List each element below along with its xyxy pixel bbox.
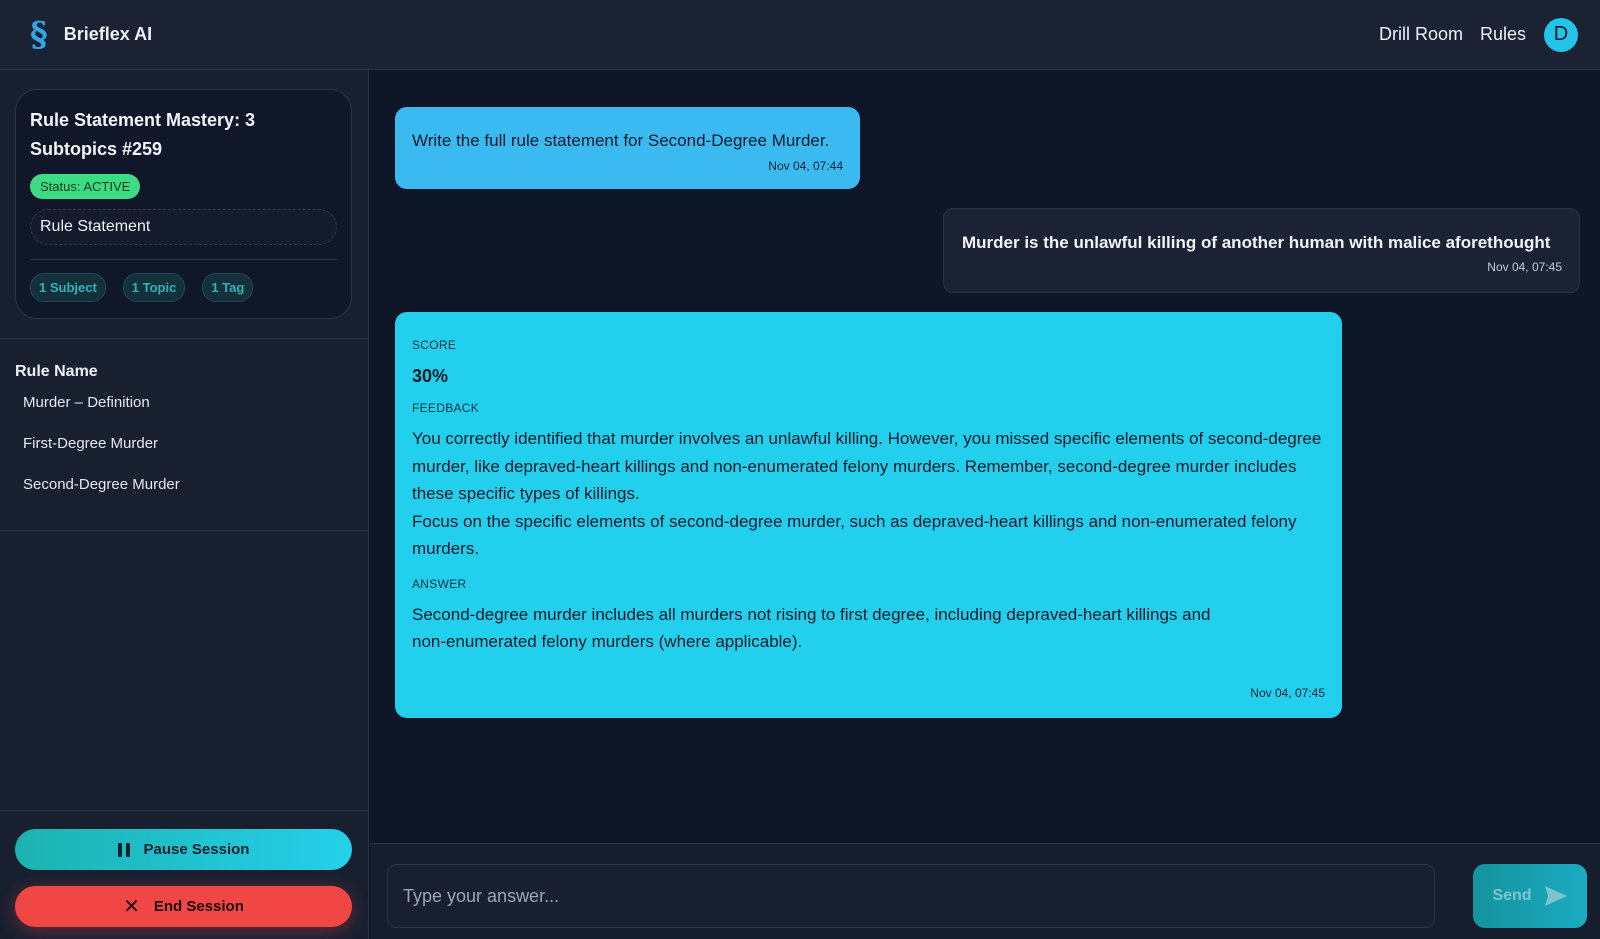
section-sign-logo-icon: § [30,14,48,55]
message-timestamp: Nov 04, 07:44 [768,159,843,173]
divider [0,530,369,531]
tag-list: 1 Subject 1 Topic 1 Tag [30,273,337,302]
pause-session-button[interactable]: Pause Session [15,829,352,870]
send-label: Send [1492,887,1532,904]
user-answer-message: Murder is the unlawful killing of anothe… [943,208,1580,293]
top-nav: Drill Room Rules D [1362,17,1578,52]
close-icon: ✕ [123,895,140,918]
answer-label: ANSWER [412,576,467,591]
card-divider [30,259,337,260]
divider [0,338,369,339]
feedback-message: SCORE 30% FEEDBACK You correctly identif… [395,312,1342,718]
divider [0,810,369,811]
question-text: Write the full rule statement for Second… [412,131,830,150]
rule-item-murder-definition[interactable]: Murder – Definition [23,394,150,411]
answer-text: Murder is the unlawful killing of anothe… [962,233,1551,252]
send-icon [1544,886,1567,906]
feedback-paragraph: You correctly identified that murder inv… [412,429,1322,503]
end-session-label: End Session [153,898,244,915]
composer-bar: Send [370,843,1600,939]
message-timestamp: Nov 04, 07:45 [1250,686,1325,700]
feedback-paragraph: Focus on the specific elements of second… [412,511,1297,559]
tag-subject[interactable]: 1 Subject [30,273,106,302]
sidebar: Rule Statement Mastery: 3 Subtopics #259… [0,70,369,939]
session-card: Rule Statement Mastery: 3 Subtopics #259… [15,89,352,319]
tag-topic[interactable]: 1 Topic [122,273,186,302]
score-label: SCORE [412,338,457,352]
chat-area: Write the full rule statement for Second… [370,70,1600,844]
nav-drill-room[interactable]: Drill Room [1379,24,1463,45]
tag-tag[interactable]: 1 Tag [202,273,254,302]
send-button[interactable]: Send [1473,864,1587,928]
app-name: Brieflex AI [63,24,153,44]
nav-rules[interactable]: Rules [1480,24,1526,45]
avatar[interactable]: D [1544,17,1578,52]
rule-item-second-degree[interactable]: Second-Degree Murder [23,476,180,493]
message-timestamp: Nov 04, 07:45 [1487,260,1562,274]
rule-item-first-degree[interactable]: First-Degree Murder [23,435,158,452]
model-answer-text: Second-degree murder includes all murder… [412,604,1211,652]
session-title: Rule Statement Mastery: 3 Subtopics #259 [30,110,256,159]
feedback-label: FEEDBACK [412,401,480,415]
pause-icon [117,842,130,857]
question-message: Write the full rule statement for Second… [395,107,860,189]
top-bar: § Brieflex AI Drill Room Rules D [0,0,1600,70]
rule-list-heading: Rule Name [15,363,98,380]
score-value: 30% [412,366,449,386]
session-type-pill: Rule Statement [30,209,337,245]
answer-input[interactable] [387,864,1435,928]
brand[interactable]: § Brieflex AI [30,18,152,52]
end-session-button[interactable]: ✕ End Session [15,886,352,927]
pause-session-label: Pause Session [143,841,250,858]
status-badge: Status: ACTIVE [30,174,141,199]
